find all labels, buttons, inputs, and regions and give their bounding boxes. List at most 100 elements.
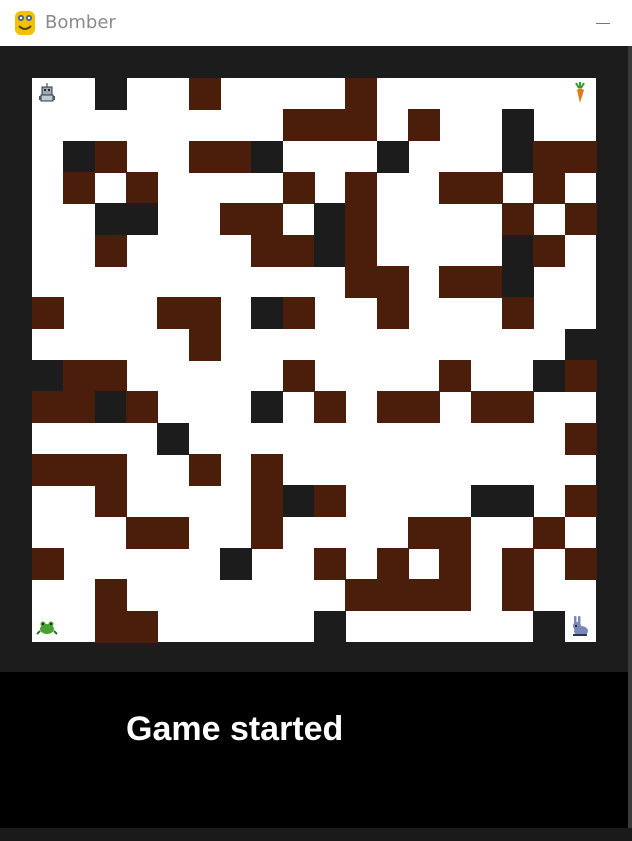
wall-tile <box>282 485 315 518</box>
wall-tile <box>126 203 158 236</box>
minimize-button[interactable] <box>588 8 618 38</box>
crate-tile <box>376 579 409 612</box>
wall-tile <box>502 140 534 173</box>
crate-tile <box>533 234 566 267</box>
crate-tile <box>345 78 378 110</box>
crate-tile <box>126 391 158 424</box>
crate-tile <box>470 391 503 424</box>
crate-tile <box>94 579 127 612</box>
wall-tile <box>63 140 96 173</box>
crate-tile <box>251 454 284 486</box>
crate-tile <box>314 391 346 424</box>
rabbit-icon <box>565 611 596 642</box>
wall-tile <box>314 234 346 267</box>
crate-tile <box>439 516 472 549</box>
wall-tile <box>220 548 252 580</box>
crate-tile <box>126 516 158 549</box>
crate-tile <box>502 297 534 330</box>
crate-tile <box>314 548 346 580</box>
crate-tile <box>157 297 190 330</box>
game-frame <box>0 46 628 672</box>
wall-tile <box>564 328 597 361</box>
crate-tile <box>282 360 315 392</box>
crate-tile <box>188 297 221 330</box>
crate-tile <box>408 109 440 142</box>
crate-tile <box>94 485 127 518</box>
crate-tile <box>408 391 440 424</box>
crate-tile <box>282 172 315 204</box>
crate-tile <box>439 266 472 298</box>
crate-tile <box>502 203 534 236</box>
crate-tile <box>63 454 96 486</box>
crate-tile <box>345 579 378 612</box>
robot-icon <box>32 78 63 109</box>
crate-tile <box>439 579 472 612</box>
title-bar: Bomber <box>0 0 632 46</box>
crate-tile <box>63 391 96 424</box>
crate-tile <box>376 548 409 580</box>
crate-tile <box>94 360 127 392</box>
crate-tile <box>282 109 315 142</box>
crate-tile <box>63 360 96 392</box>
crate-tile <box>94 454 127 486</box>
crate-tile <box>439 360 472 392</box>
crate-tile <box>408 516 440 549</box>
crate-tile <box>439 172 472 204</box>
crate-tile <box>533 516 566 549</box>
game-board[interactable] <box>32 78 597 643</box>
crate-tile <box>32 548 64 580</box>
window-title: Bomber <box>45 12 116 33</box>
crate-tile <box>502 391 534 424</box>
crate-tile <box>126 172 158 204</box>
crate-tile <box>94 610 127 643</box>
wall-tile <box>157 422 190 455</box>
crate-tile <box>376 266 409 298</box>
crate-tile <box>564 140 597 173</box>
crate-tile <box>345 203 378 236</box>
crate-tile <box>188 140 221 173</box>
crate-tile <box>502 579 534 612</box>
crate-tile <box>376 391 409 424</box>
crate-tile <box>408 579 440 612</box>
crate-tile <box>564 360 597 392</box>
wall-tile <box>533 360 566 392</box>
crate-tile <box>251 516 284 549</box>
wall-tile <box>533 610 566 643</box>
crate-tile <box>345 172 378 204</box>
wall-tile <box>94 78 127 110</box>
crate-tile <box>470 172 503 204</box>
crate-tile <box>345 109 378 142</box>
crate-tile <box>533 140 566 173</box>
status-bar: Game started <box>0 672 632 841</box>
wall-tile <box>502 234 534 267</box>
wall-tile <box>251 391 284 424</box>
crate-tile <box>157 516 190 549</box>
crate-tile <box>220 140 252 173</box>
wall-tile <box>251 140 284 173</box>
crate-tile <box>564 203 597 236</box>
crate-tile <box>188 328 221 361</box>
crate-tile <box>251 485 284 518</box>
window-border-bottom <box>0 828 632 841</box>
crate-tile <box>32 391 64 424</box>
python-icon <box>15 11 35 35</box>
crate-tile <box>188 454 221 486</box>
wall-tile <box>470 485 503 518</box>
crate-tile <box>32 454 64 486</box>
wall-tile <box>32 360 64 392</box>
window-border <box>628 46 632 841</box>
wall-tile <box>502 266 534 298</box>
crate-tile <box>564 548 597 580</box>
crate-tile <box>32 297 64 330</box>
crate-tile <box>470 266 503 298</box>
wall-tile <box>376 140 409 173</box>
crate-tile <box>314 485 346 518</box>
crate-tile <box>345 234 378 267</box>
crate-tile <box>533 172 566 204</box>
crate-tile <box>282 297 315 330</box>
crate-tile <box>314 109 346 142</box>
wall-tile <box>94 391 127 424</box>
crate-tile <box>251 203 284 236</box>
status-message: Game started <box>126 710 344 748</box>
crate-tile <box>94 234 127 267</box>
